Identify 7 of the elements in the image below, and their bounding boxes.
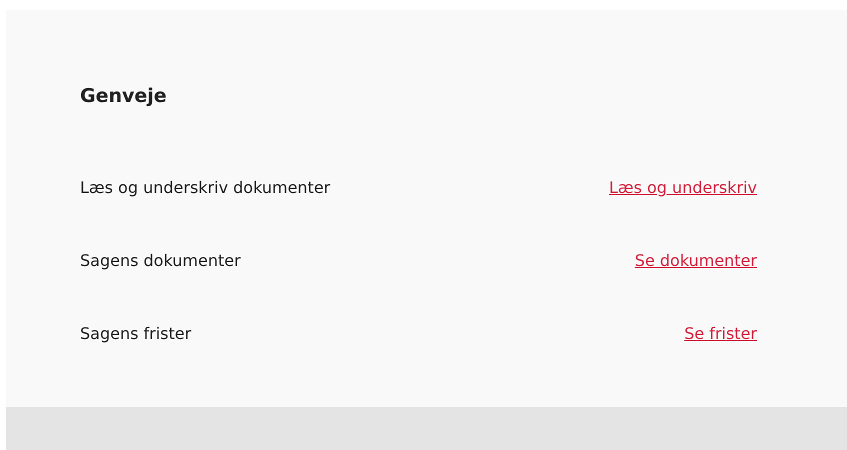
shortcut-label: Sagens dokumenter (80, 250, 241, 272)
shortcut-link[interactable]: Læs og underskriv (608, 175, 757, 201)
shortcut-link[interactable]: Se dokumenter (634, 248, 757, 274)
section-title: Genveje (80, 84, 168, 109)
shortcut-label: Læs og underskriv dokumenter (80, 177, 330, 199)
shortcut-link[interactable]: Se frister (684, 321, 757, 347)
shortcut-label: Sagens frister (80, 323, 192, 345)
